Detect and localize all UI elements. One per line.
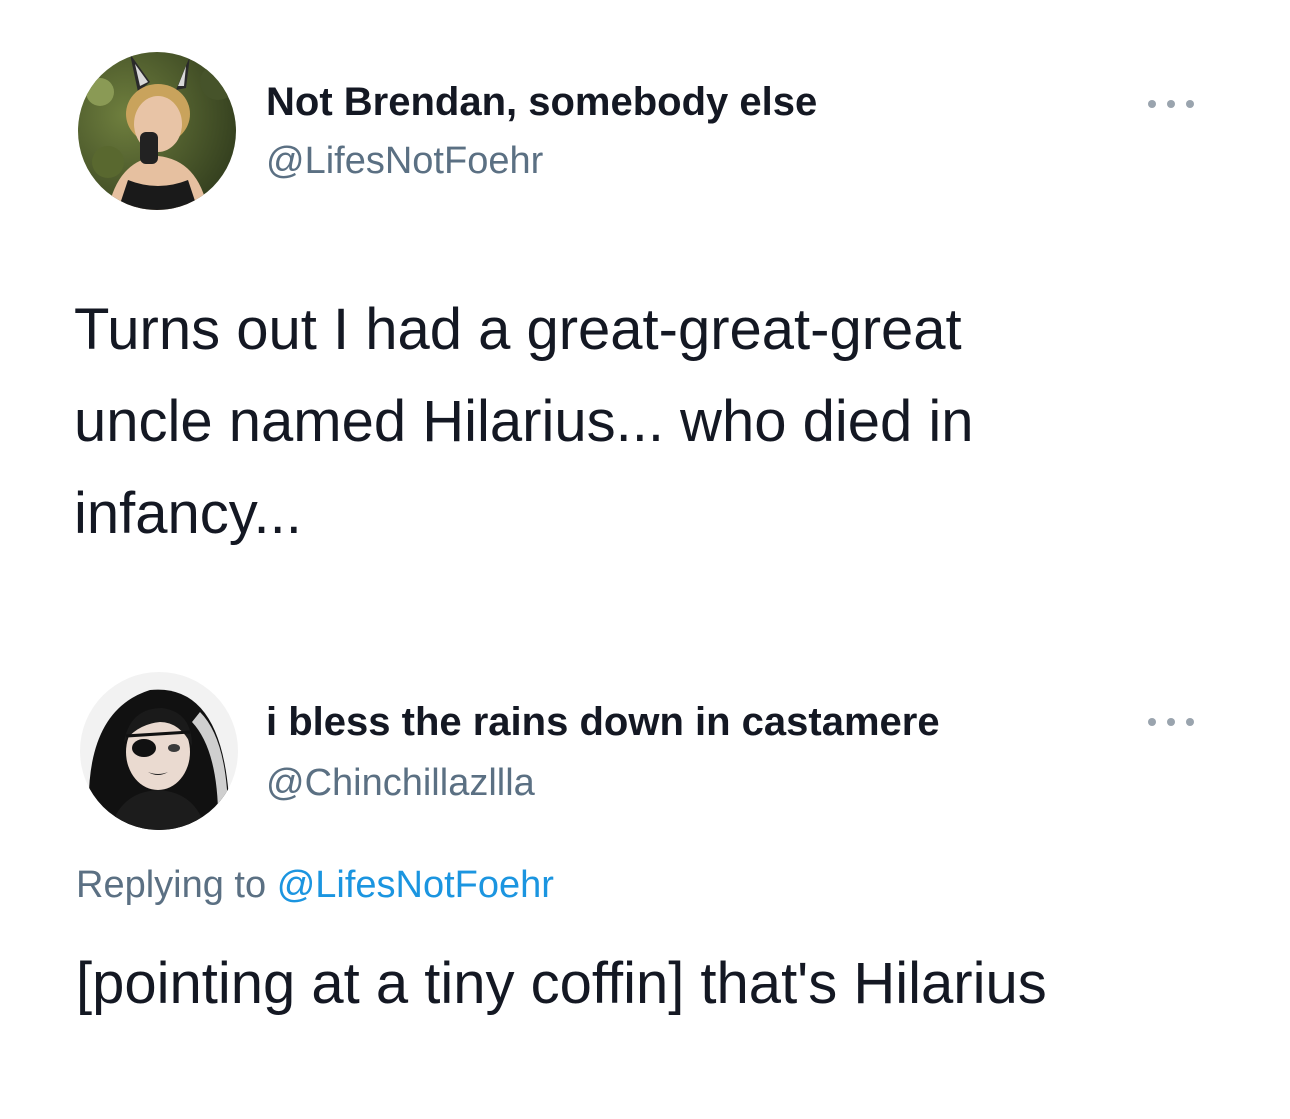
tweet-reply: i bless the rains down in castamere @Chi… <box>0 600 1290 1119</box>
more-options-icon[interactable] <box>1148 94 1194 114</box>
display-name[interactable]: Not Brendan, somebody else <box>266 78 817 126</box>
tweet-text: Turns out I had a great-great-great uncl… <box>74 284 973 560</box>
user-handle[interactable]: @LifesNotFoehr <box>266 138 543 184</box>
avatar[interactable] <box>78 52 236 210</box>
display-name[interactable]: i bless the rains down in castamere <box>266 698 940 746</box>
user-avatar-icon <box>78 52 236 210</box>
tweet-text-line: infancy... <box>74 481 302 546</box>
replying-to-label: Replying to <box>76 864 267 906</box>
user-handle[interactable]: @Chinchillazllla <box>266 760 535 806</box>
more-options-icon[interactable] <box>1148 712 1194 732</box>
replying-to: Replying to @LifesNotFoehr <box>76 862 554 908</box>
tweet-text-line: Turns out I had a great-great-great <box>74 297 962 362</box>
user-avatar-icon <box>80 672 238 830</box>
avatar[interactable] <box>80 672 238 830</box>
tweet-text: [pointing at a tiny coffin] that's Hilar… <box>76 951 1047 1016</box>
mention-link[interactable]: @LifesNotFoehr <box>277 864 554 906</box>
tweet-text-line: uncle named Hilarius... who died in <box>74 389 974 454</box>
tweet-original: Not Brendan, somebody else @LifesNotFoeh… <box>0 0 1290 600</box>
